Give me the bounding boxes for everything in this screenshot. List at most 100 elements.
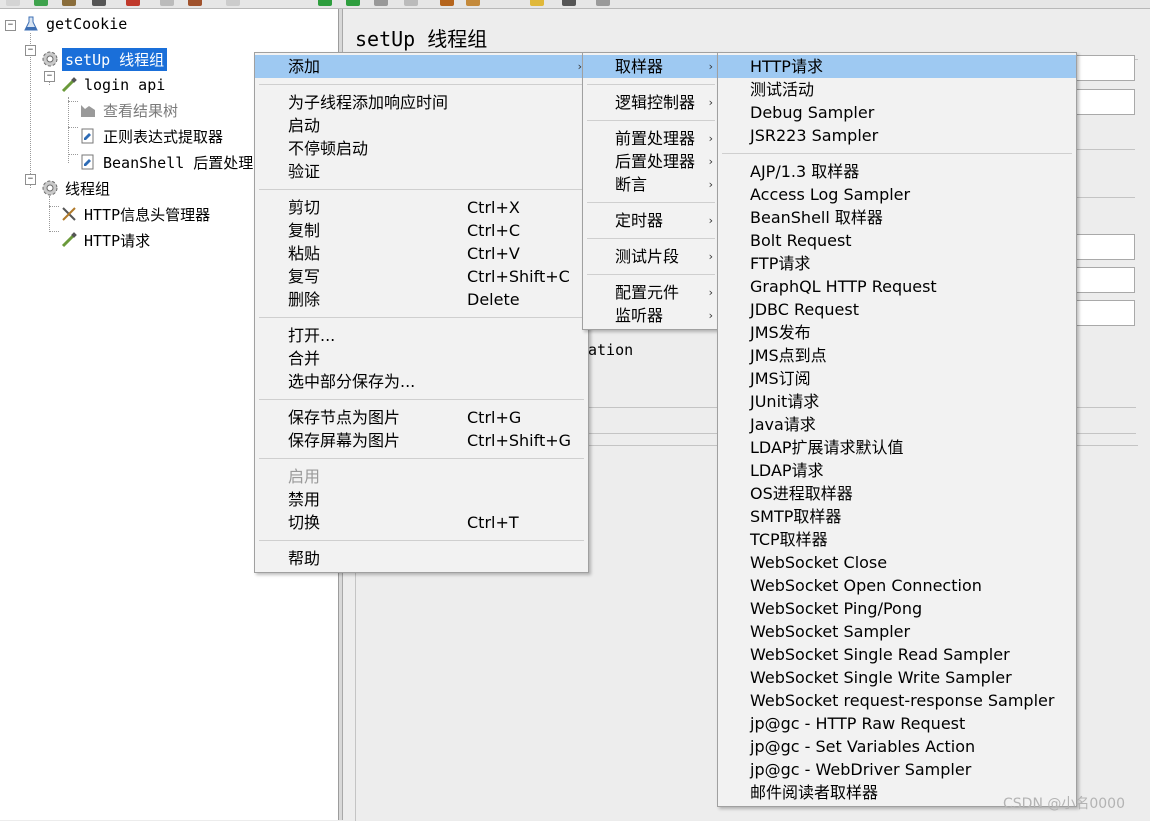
- menu-item-help[interactable]: 帮助: [255, 547, 588, 570]
- menu-item-open[interactable]: 打开...: [255, 324, 588, 347]
- comments-field[interactable]: [1073, 89, 1135, 115]
- tree-expander[interactable]: −: [44, 71, 55, 82]
- function-helper-icon[interactable]: [562, 0, 576, 6]
- menu-item-save-screen-as-image[interactable]: 保存屏幕为图片 Ctrl+Shift+G: [255, 429, 588, 452]
- sampler-item[interactable]: jp@gc - Set Variables Action: [718, 735, 1076, 758]
- sampler-item[interactable]: OS进程取样器: [718, 482, 1076, 505]
- copy-icon[interactable]: [160, 0, 174, 6]
- menu-item-start[interactable]: 启动: [255, 114, 588, 137]
- search-icon[interactable]: [530, 0, 544, 6]
- menu-item-add-think-times[interactable]: 为子线程添加响应时间: [255, 91, 588, 114]
- tree-node-thread-group[interactable]: 线程组: [41, 177, 113, 199]
- tree-expander[interactable]: −: [25, 174, 36, 185]
- tree-node-label: BeanShell 后置处理: [103, 153, 254, 172]
- templates-icon[interactable]: [34, 0, 48, 6]
- menu-item-shortcut: Ctrl+X: [467, 198, 520, 217]
- menu-item-post-processors[interactable]: 后置处理器 ›: [583, 150, 719, 173]
- start-no-pause-icon[interactable]: [346, 0, 360, 6]
- sampler-item[interactable]: Access Log Sampler: [718, 183, 1076, 206]
- name-field[interactable]: [1073, 55, 1135, 81]
- expand-icon[interactable]: [226, 0, 240, 6]
- sampler-item[interactable]: jp@gc - HTTP Raw Request: [718, 712, 1076, 735]
- new-icon[interactable]: [6, 0, 20, 6]
- sampler-item[interactable]: JUnit请求: [718, 390, 1076, 413]
- sampler-item[interactable]: JMS订阅: [718, 367, 1076, 390]
- sampler-item[interactable]: LDAP请求: [718, 459, 1076, 482]
- menu-item-delete[interactable]: 删除 Delete: [255, 288, 588, 311]
- menu-item-assertions[interactable]: 断言 ›: [583, 173, 719, 196]
- menu-item-timer[interactable]: 定时器 ›: [583, 209, 719, 232]
- sampler-item[interactable]: HTTP请求: [718, 55, 1076, 78]
- paste-icon[interactable]: [188, 0, 202, 6]
- sampler-item[interactable]: FTP请求: [718, 252, 1076, 275]
- menu-separator: [587, 84, 715, 85]
- tree-node-regex-extractor[interactable]: 正则表达式提取器: [79, 125, 226, 147]
- tree-node-beanshell-postprocessor[interactable]: BeanShell 后置处理: [79, 151, 256, 173]
- menu-item-merge[interactable]: 合并: [255, 347, 588, 370]
- menu-item-validate[interactable]: 验证: [255, 160, 588, 183]
- sampler-item[interactable]: Bolt Request: [718, 229, 1076, 252]
- menu-item-add[interactable]: 添加 ›: [255, 55, 588, 78]
- sampler-item[interactable]: Java请求: [718, 413, 1076, 436]
- add-submenu: 取样器 › 逻辑控制器 › 前置处理器 › 后置处理器 › 断言 › 定时器 › 测试片段 ›…: [582, 52, 720, 330]
- sampler-item[interactable]: TCP取样器: [718, 528, 1076, 551]
- sampler-item[interactable]: BeanShell 取样器: [718, 206, 1076, 229]
- menu-item-pre-processors[interactable]: 前置处理器 ›: [583, 127, 719, 150]
- tree-expander[interactable]: −: [25, 45, 36, 56]
- tree-node-login-api[interactable]: login api: [60, 74, 168, 96]
- clear-icon[interactable]: [440, 0, 454, 6]
- menu-item-sampler[interactable]: 取样器 ›: [583, 55, 719, 78]
- tree-node-view-results-tree[interactable]: 查看结果树: [79, 99, 181, 121]
- menu-item-save-node-as-image[interactable]: 保存节点为图片 Ctrl+G: [255, 406, 588, 429]
- sampler-item[interactable]: JMS发布: [718, 321, 1076, 344]
- stop-icon[interactable]: [374, 0, 388, 6]
- menu-item-label: 验证: [288, 162, 321, 181]
- menu-item-toggle[interactable]: 切换 Ctrl+T: [255, 511, 588, 534]
- cut-icon[interactable]: [126, 0, 140, 6]
- sampler-item[interactable]: WebSocket Single Write Sampler: [718, 666, 1076, 689]
- number-of-threads-field[interactable]: [1073, 234, 1135, 260]
- sampler-item[interactable]: WebSocket Close: [718, 551, 1076, 574]
- menu-item-paste[interactable]: 粘贴 Ctrl+V: [255, 242, 588, 265]
- sampler-item[interactable]: AJP/1.3 取样器: [718, 160, 1076, 183]
- sampler-item[interactable]: WebSocket Sampler: [718, 620, 1076, 643]
- save-icon[interactable]: [92, 0, 106, 6]
- shutdown-icon[interactable]: [404, 0, 418, 6]
- sampler-item[interactable]: WebSocket Ping/Pong: [718, 597, 1076, 620]
- tree-expander[interactable]: −: [5, 20, 16, 31]
- tree-node-http-request[interactable]: HTTP请求: [60, 229, 153, 251]
- start-icon[interactable]: [318, 0, 332, 6]
- ramp-up-field[interactable]: [1073, 267, 1135, 293]
- menu-item-start-no-pauses[interactable]: 不停顿启动: [255, 137, 588, 160]
- tree-node-http-header-manager[interactable]: HTTP信息头管理器: [60, 203, 213, 225]
- menu-item-disable[interactable]: 禁用: [255, 488, 588, 511]
- menu-item-logic-controller[interactable]: 逻辑控制器 ›: [583, 91, 719, 114]
- sampler-item[interactable]: WebSocket Open Connection: [718, 574, 1076, 597]
- clear-all-icon[interactable]: [466, 0, 480, 6]
- loop-count-field[interactable]: [1073, 300, 1135, 326]
- menu-item-copy[interactable]: 复制 Ctrl+C: [255, 219, 588, 242]
- sampler-item[interactable]: WebSocket Single Read Sampler: [718, 643, 1076, 666]
- sampler-item[interactable]: SMTP取样器: [718, 505, 1076, 528]
- tree-node-test-plan[interactable]: getCookie: [22, 13, 130, 35]
- sampler-item[interactable]: jp@gc - WebDriver Sampler: [718, 758, 1076, 781]
- sampler-item[interactable]: GraphQL HTTP Request: [718, 275, 1076, 298]
- help-icon[interactable]: [596, 0, 610, 6]
- pipette-sampler-icon: [60, 231, 78, 249]
- sampler-item[interactable]: WebSocket request-response Sampler: [718, 689, 1076, 712]
- sampler-item[interactable]: JMS点到点: [718, 344, 1076, 367]
- sampler-item[interactable]: JDBC Request: [718, 298, 1076, 321]
- sampler-item[interactable]: LDAP扩展请求默认值: [718, 436, 1076, 459]
- menu-item-listener[interactable]: 监听器 ›: [583, 304, 719, 327]
- sampler-item[interactable]: JSR223 Sampler: [718, 124, 1076, 147]
- menu-item-label: LDAP扩展请求默认值: [750, 438, 904, 457]
- sampler-item[interactable]: Debug Sampler: [718, 101, 1076, 124]
- menu-item-cut[interactable]: 剪切 Ctrl+X: [255, 196, 588, 219]
- menu-item-duplicate[interactable]: 复写 Ctrl+Shift+C: [255, 265, 588, 288]
- open-icon[interactable]: [62, 0, 76, 6]
- menu-item-config-element[interactable]: 配置元件 ›: [583, 281, 719, 304]
- sampler-item[interactable]: 测试活动: [718, 78, 1076, 101]
- tree-node-setup-thread-group[interactable]: setUp 线程组: [41, 47, 168, 71]
- menu-item-save-selection-as[interactable]: 选中部分保存为...: [255, 370, 588, 393]
- menu-item-test-fragment[interactable]: 测试片段 ›: [583, 245, 719, 268]
